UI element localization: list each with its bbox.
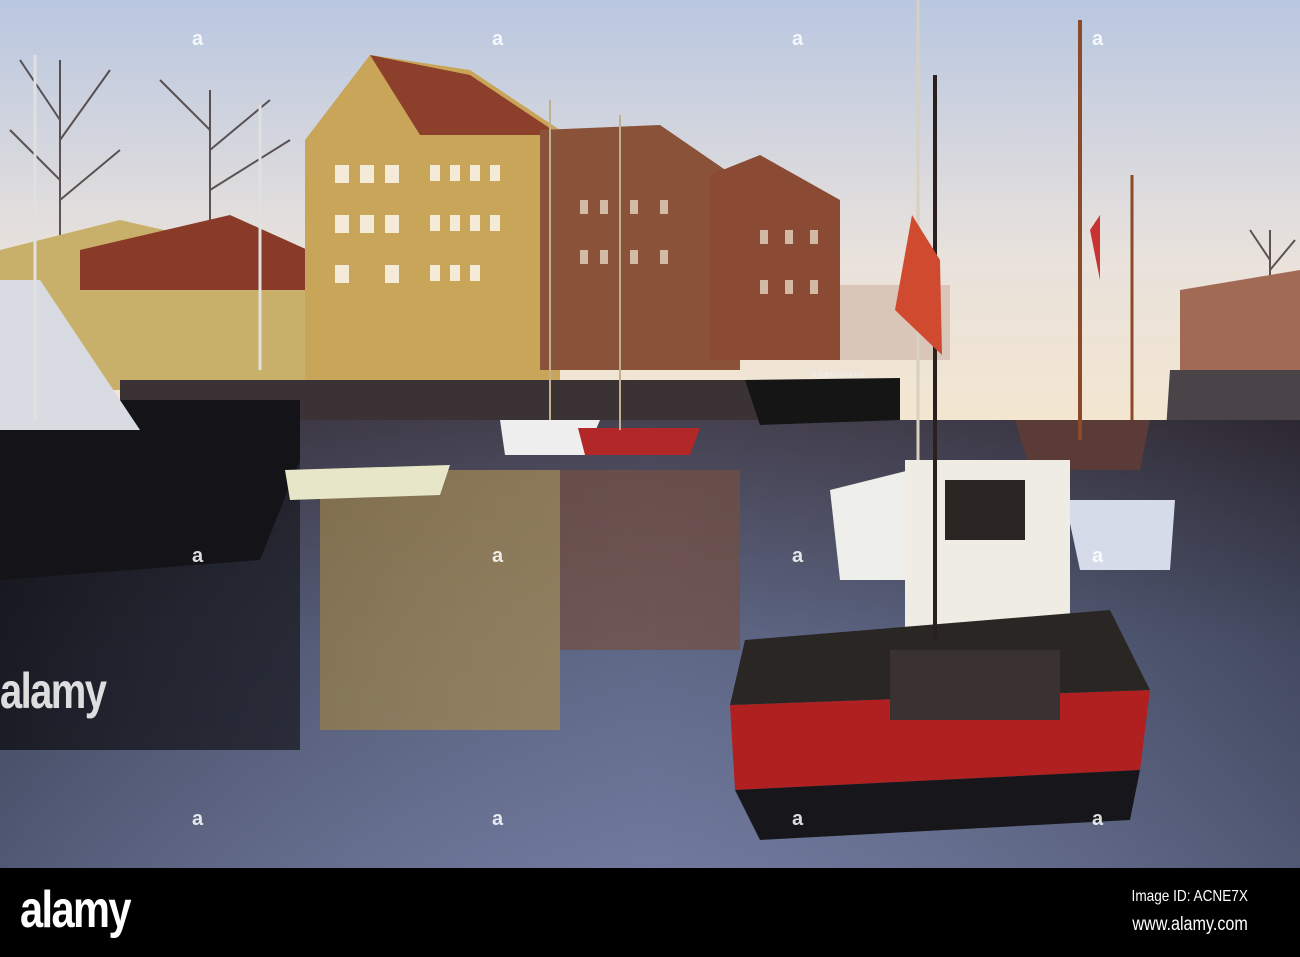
alamy-watermark-mark: a bbox=[192, 28, 204, 50]
alamy-watermark-mark: a bbox=[792, 808, 804, 830]
site-url: www.alamy.com bbox=[1132, 914, 1248, 935]
alamy-watermark-mark: a bbox=[492, 545, 504, 567]
alamy-watermark-mark: a bbox=[792, 28, 804, 50]
alamy-watermark-mark: a bbox=[1092, 808, 1104, 830]
stock-photo: alamy a a a a a a a a a a a a KØBENHAVN … bbox=[0, 0, 1300, 957]
alamy-watermark: alamy bbox=[0, 663, 107, 719]
alamy-watermark-mark: a bbox=[1092, 545, 1104, 567]
alamy-watermark-mark: a bbox=[492, 28, 504, 50]
alamy-logo: alamy bbox=[20, 881, 132, 939]
boat-name-label: KØBENHAVN bbox=[812, 372, 866, 379]
alamy-watermark-mark: a bbox=[192, 545, 204, 567]
alamy-watermark-mark: a bbox=[492, 808, 504, 830]
alamy-watermark-mark: a bbox=[1092, 28, 1104, 50]
alamy-watermark-mark: a bbox=[192, 808, 204, 830]
footer-bar: alamy Image ID: ACNE7X www.alamy.com bbox=[0, 868, 1300, 957]
image-id: Image ID: ACNE7X bbox=[1131, 888, 1248, 905]
canal-photo bbox=[0, 0, 1300, 868]
alamy-watermark-mark: a bbox=[792, 545, 804, 567]
